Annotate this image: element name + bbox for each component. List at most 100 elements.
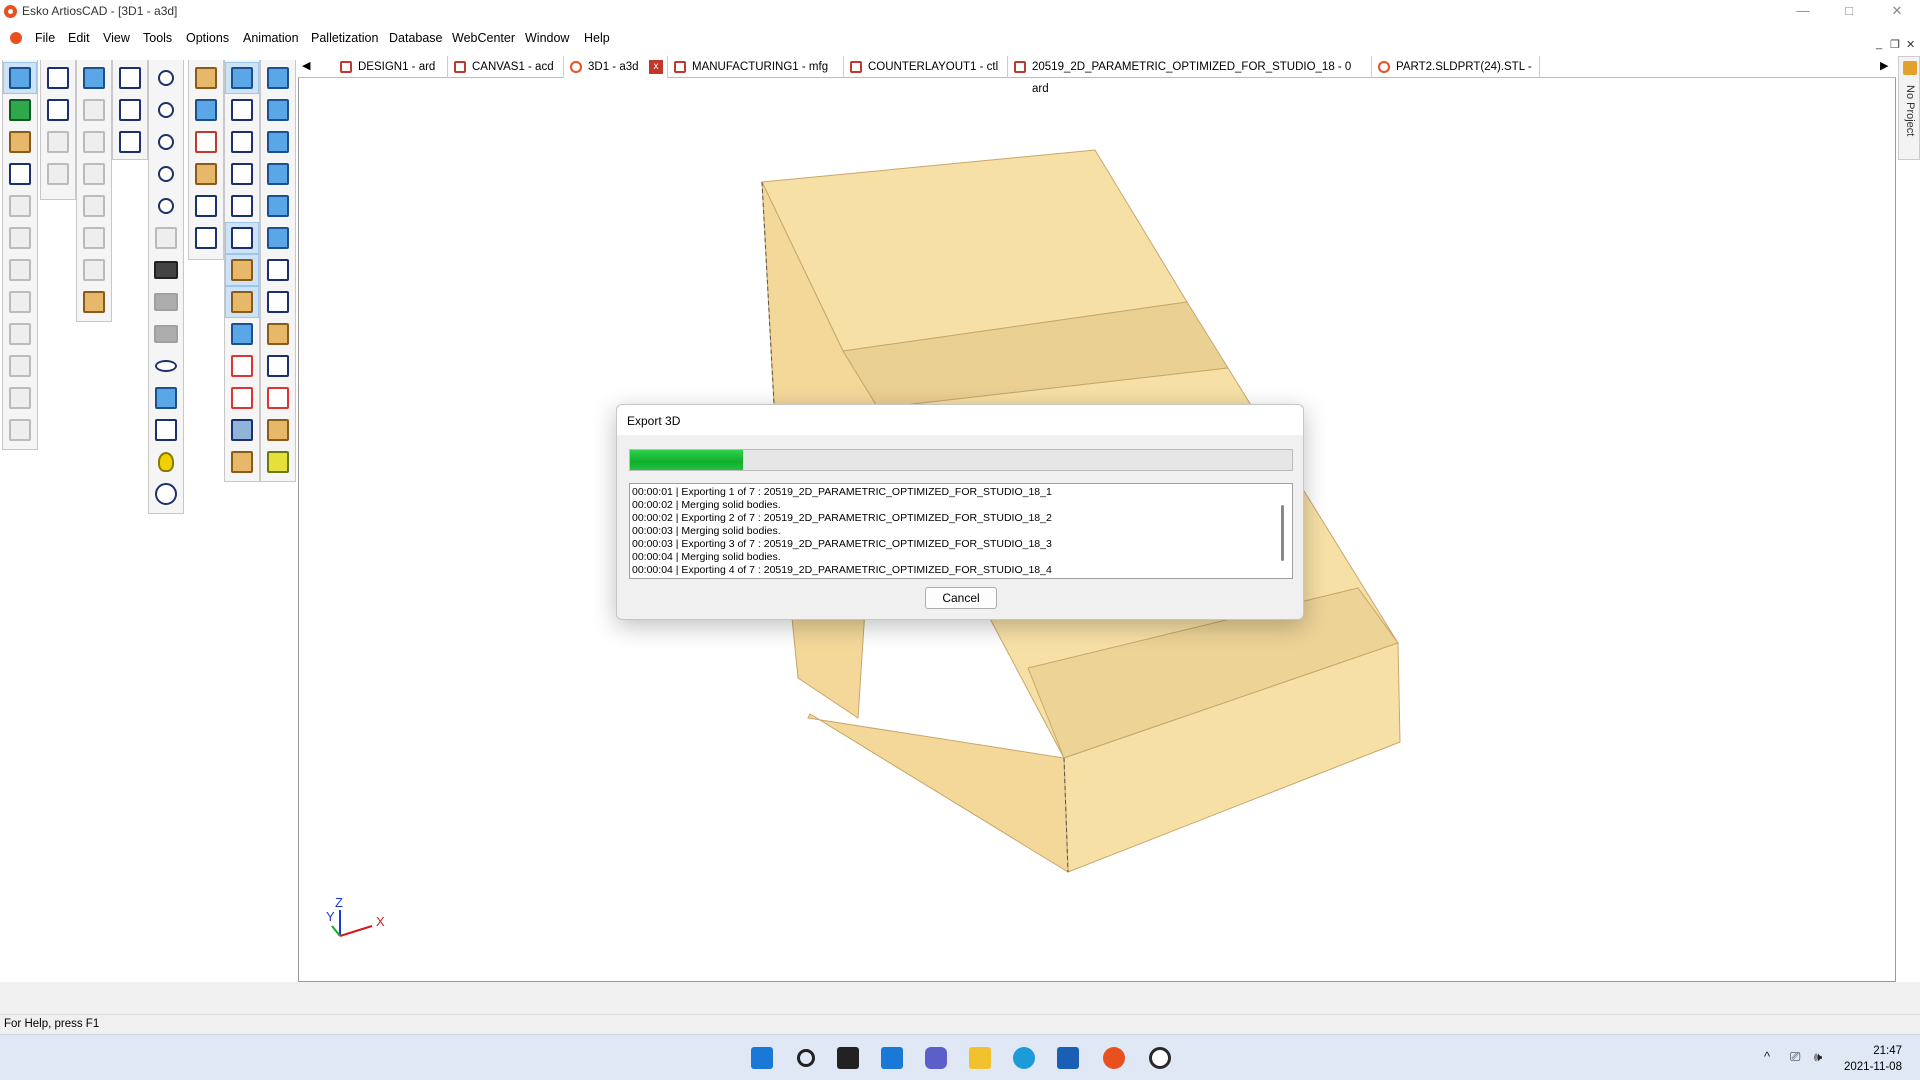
insert-panel-button[interactable] bbox=[261, 190, 295, 222]
layer-move-button[interactable] bbox=[77, 158, 111, 190]
pallet-button[interactable] bbox=[261, 414, 295, 446]
add-window-button[interactable] bbox=[77, 62, 111, 94]
zoom-extents-button[interactable] bbox=[149, 158, 183, 190]
artioscad-taskbar-button[interactable] bbox=[1100, 1044, 1128, 1072]
cube-blue-button[interactable] bbox=[225, 318, 259, 350]
diamond-button[interactable] bbox=[261, 222, 295, 254]
mdi-minimize-button[interactable]: _ bbox=[1876, 38, 1882, 50]
grid-tool-button[interactable] bbox=[3, 414, 37, 446]
attach-remove-button[interactable] bbox=[261, 382, 295, 414]
map-button[interactable] bbox=[261, 446, 295, 478]
camera-save-button[interactable] bbox=[149, 286, 183, 318]
volume-icon[interactable]: 🕪 bbox=[1814, 1049, 1822, 1065]
flute-button[interactable] bbox=[225, 446, 259, 478]
file-explorer-button[interactable] bbox=[966, 1044, 994, 1072]
face-tool-button[interactable] bbox=[3, 254, 37, 286]
menu-palletization[interactable]: Palletization bbox=[311, 31, 378, 45]
widgets-button[interactable] bbox=[878, 1044, 906, 1072]
select-tool-button[interactable] bbox=[3, 62, 37, 94]
orbit-button[interactable] bbox=[149, 350, 183, 382]
move-tool-button[interactable] bbox=[3, 382, 37, 414]
camera-button[interactable] bbox=[149, 254, 183, 286]
tab-design1[interactable]: DESIGN1 - ard bbox=[334, 56, 448, 78]
network-icon[interactable]: ⎚ bbox=[1790, 1049, 1800, 1065]
menu-database[interactable]: Database bbox=[389, 31, 443, 45]
board-button[interactable] bbox=[225, 286, 259, 318]
menu-animation[interactable]: Animation bbox=[243, 31, 299, 45]
pan-button[interactable] bbox=[149, 222, 183, 254]
frame-tool-button[interactable] bbox=[113, 62, 147, 94]
close-tab-button[interactable]: x bbox=[649, 60, 663, 74]
cube-red-button[interactable] bbox=[225, 350, 259, 382]
ruler-tool-button[interactable] bbox=[3, 126, 37, 158]
attach-blue-button[interactable] bbox=[261, 286, 295, 318]
layer-copy-button[interactable] bbox=[77, 126, 111, 158]
diamond-unfold-button[interactable] bbox=[261, 126, 295, 158]
box-view-button[interactable] bbox=[149, 414, 183, 446]
rotate-tool-button[interactable] bbox=[3, 318, 37, 350]
mdi-restore-button[interactable]: ❐ bbox=[1890, 38, 1900, 51]
wireframe-button[interactable] bbox=[189, 126, 223, 158]
artioscad-3d-taskbar-button[interactable] bbox=[1146, 1044, 1174, 1072]
solid-view-button[interactable] bbox=[225, 62, 259, 94]
teams-chat-button[interactable] bbox=[922, 1044, 950, 1072]
tab-manufacturing1[interactable]: MANUFACTURING1 - mfg bbox=[668, 56, 844, 78]
tape-tool-button[interactable] bbox=[77, 286, 111, 318]
cube-open-button[interactable] bbox=[225, 126, 259, 158]
zoom-out-button[interactable] bbox=[149, 126, 183, 158]
open-design-button[interactable] bbox=[189, 62, 223, 94]
cancel-button[interactable]: Cancel bbox=[925, 587, 997, 609]
menu-window[interactable]: Window bbox=[525, 31, 569, 45]
menu-view[interactable]: View bbox=[103, 31, 130, 45]
layer-tool-button[interactable] bbox=[77, 94, 111, 126]
cube-tool-button[interactable] bbox=[113, 94, 147, 126]
shuffle-tool-button[interactable] bbox=[77, 222, 111, 254]
fold-tool-button[interactable] bbox=[3, 350, 37, 382]
camera-restore-button[interactable] bbox=[149, 318, 183, 350]
cube-red-grid-button[interactable] bbox=[225, 382, 259, 414]
scrollbar-thumb[interactable] bbox=[1281, 505, 1284, 561]
fit-view-button[interactable] bbox=[149, 382, 183, 414]
attach-button[interactable] bbox=[261, 254, 295, 286]
cube-settings-button[interactable] bbox=[113, 126, 147, 158]
copy-tool-button[interactable] bbox=[3, 286, 37, 318]
cube-edge-button[interactable] bbox=[225, 158, 259, 190]
attach-add-button[interactable] bbox=[261, 350, 295, 382]
menu-file[interactable]: File bbox=[35, 31, 55, 45]
adjust-tool-button[interactable] bbox=[3, 94, 37, 126]
print-button[interactable] bbox=[189, 94, 223, 126]
dimension-tool-button[interactable] bbox=[41, 62, 75, 94]
document-icon[interactable] bbox=[10, 32, 22, 44]
menu-help[interactable]: Help bbox=[584, 31, 610, 45]
tray-overflow-button[interactable]: ^ bbox=[1764, 1049, 1770, 1064]
annotate-button[interactable] bbox=[189, 190, 223, 222]
zoom-window-button[interactable] bbox=[149, 94, 183, 126]
store-button[interactable] bbox=[1054, 1044, 1082, 1072]
coordinate-tool-button[interactable] bbox=[41, 158, 75, 190]
search-button[interactable] bbox=[792, 1044, 820, 1072]
log-scrollbar[interactable] bbox=[1275, 485, 1291, 577]
visibility-button[interactable] bbox=[149, 478, 183, 510]
group-button[interactable] bbox=[189, 158, 223, 190]
system-clock[interactable]: 21:47 2021-11-08 bbox=[1844, 1043, 1902, 1075]
tabs-scroll-left-button[interactable]: ◀ bbox=[302, 59, 310, 72]
edge-tool-button[interactable] bbox=[3, 222, 37, 254]
cube-hidden-button[interactable] bbox=[225, 190, 259, 222]
edge-browser-button[interactable] bbox=[1010, 1044, 1038, 1072]
texture-button[interactable] bbox=[225, 254, 259, 286]
tab-canvas1[interactable]: CANVAS1 - acd bbox=[448, 56, 564, 78]
zoom-object-button[interactable] bbox=[149, 190, 183, 222]
minimize-button[interactable]: — bbox=[1780, 0, 1826, 24]
export-log-list[interactable]: 00:00:01 | Exporting 1 of 7 : 20519_2D_P… bbox=[629, 483, 1293, 579]
layer-delete-button[interactable] bbox=[77, 190, 111, 222]
mdi-close-button[interactable]: ✕ bbox=[1906, 38, 1915, 51]
menu-options[interactable]: Options bbox=[186, 31, 229, 45]
attach-edit-button[interactable] bbox=[261, 318, 295, 350]
tabs-scroll-right-button[interactable]: ▶ bbox=[1880, 59, 1888, 72]
diamond-cross-button[interactable] bbox=[261, 158, 295, 190]
menu-tools[interactable]: Tools bbox=[143, 31, 172, 45]
maximize-button[interactable]: □ bbox=[1826, 0, 1872, 24]
task-view-button[interactable] bbox=[834, 1044, 862, 1072]
insert-text-button[interactable] bbox=[189, 222, 223, 254]
material-button[interactable] bbox=[225, 414, 259, 446]
